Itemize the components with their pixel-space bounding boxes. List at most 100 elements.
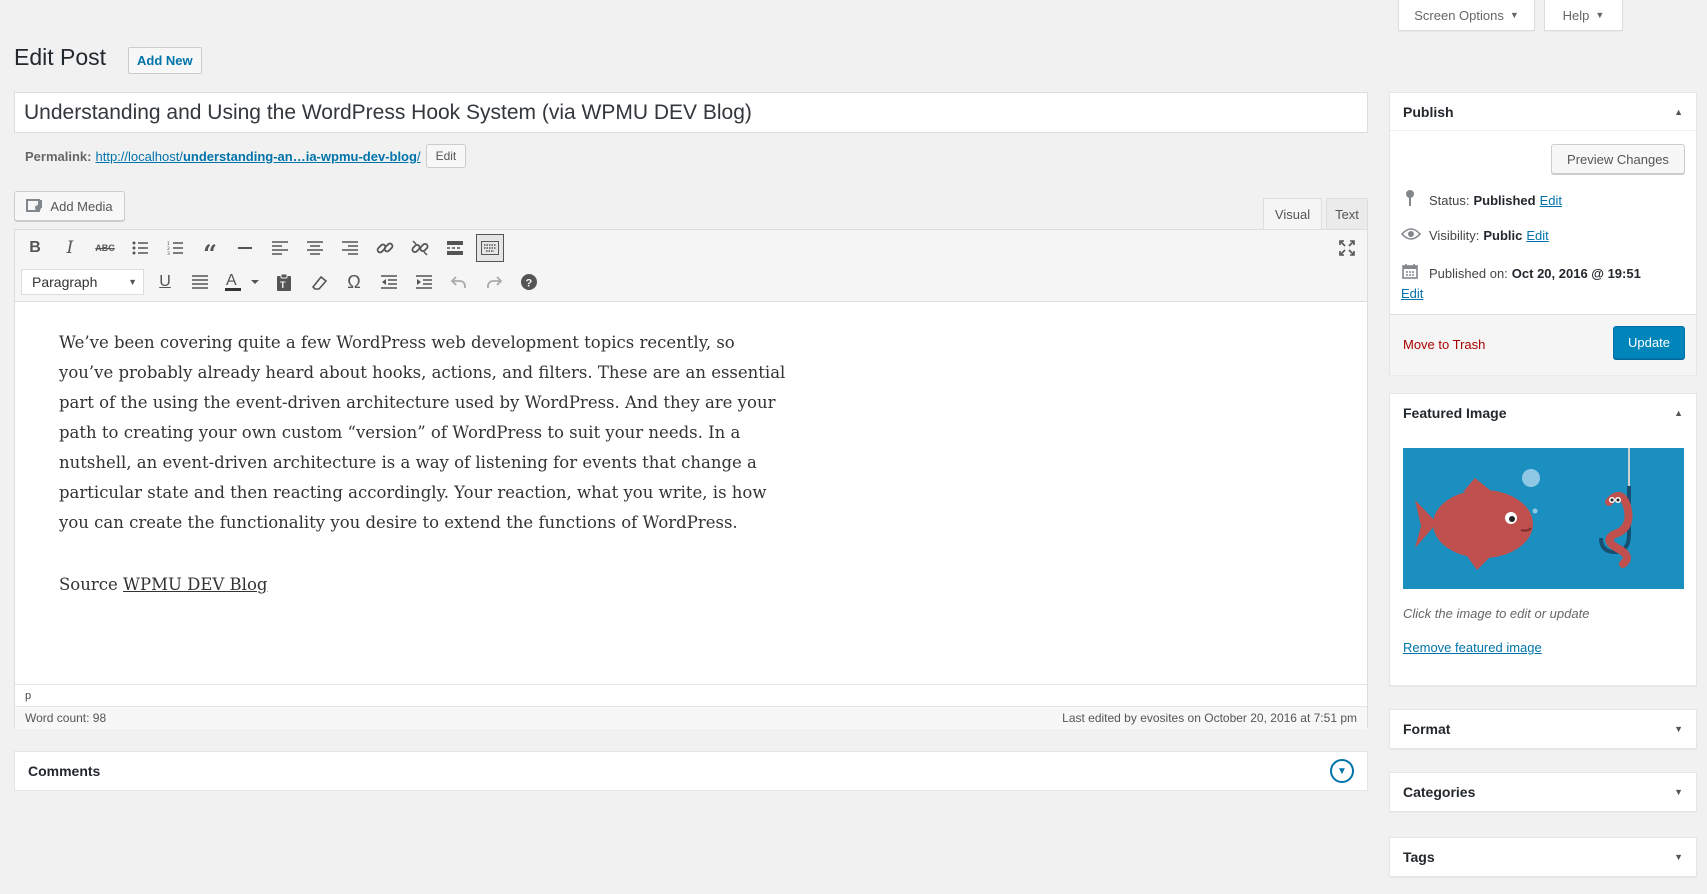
fish-hook-illustration bbox=[1403, 448, 1684, 589]
link-icon[interactable] bbox=[371, 234, 399, 262]
blockquote-icon[interactable]: “ bbox=[196, 234, 224, 268]
content-paragraph: We’ve been covering quite a few WordPres… bbox=[59, 333, 786, 532]
editor-toolbar: B I ABC 123 “ Paragraph ▼ U A T Ω ? bbox=[15, 230, 1367, 302]
categories-header[interactable]: Categories ▼ bbox=[1390, 773, 1696, 811]
publish-box: Publish ▲ Preview Changes Status: Publis… bbox=[1389, 92, 1697, 375]
post-editor: B I ABC 123 “ Paragraph ▼ U A T Ω ? We’v… bbox=[14, 229, 1368, 729]
bold-icon[interactable]: B bbox=[21, 234, 49, 262]
collapse-icon[interactable]: ▲ bbox=[1674, 408, 1683, 418]
add-media-button[interactable]: Add Media bbox=[14, 191, 125, 221]
element-path[interactable]: p bbox=[15, 684, 1367, 706]
clear-formatting-icon[interactable] bbox=[305, 268, 333, 296]
add-new-button[interactable]: Add New bbox=[128, 47, 202, 74]
format-title: Format bbox=[1403, 721, 1451, 737]
editor-status-bar: Word count: 98 Last edited by evosites o… bbox=[15, 706, 1367, 729]
read-more-icon[interactable] bbox=[441, 234, 469, 262]
svg-text:A: A bbox=[226, 272, 237, 289]
redo-icon[interactable] bbox=[480, 268, 508, 296]
paste-text-icon[interactable]: T bbox=[270, 268, 298, 296]
tab-text[interactable]: Text bbox=[1326, 198, 1368, 230]
align-right-icon[interactable] bbox=[336, 234, 364, 262]
tab-visual[interactable]: Visual bbox=[1263, 198, 1322, 230]
featured-image-box: Featured Image ▲ Click the image to edit… bbox=[1389, 393, 1697, 686]
published-value: Oct 20, 2016 @ 19:51 bbox=[1511, 265, 1641, 281]
update-button[interactable]: Update bbox=[1613, 326, 1685, 359]
italic-icon[interactable]: I bbox=[56, 234, 84, 262]
content-source-line: Source WPMU DEV Blog bbox=[59, 570, 789, 600]
expand-icon[interactable]: ▼ bbox=[1674, 724, 1683, 734]
last-edited: Last edited by evosites on October 20, 2… bbox=[1062, 711, 1357, 725]
permalink-label: Permalink: bbox=[25, 148, 92, 164]
text-color-icon[interactable]: A bbox=[221, 268, 263, 296]
permalink-row: Permalink: http://localhost/understandin… bbox=[25, 144, 467, 168]
expand-icon[interactable]: ▼ bbox=[1330, 759, 1354, 783]
post-title-input[interactable]: Understanding and Using the WordPress Ho… bbox=[14, 92, 1368, 133]
format-box[interactable]: Format ▼ bbox=[1389, 709, 1697, 749]
publish-title: Publish bbox=[1403, 103, 1454, 120]
tags-title: Tags bbox=[1403, 849, 1435, 865]
format-header[interactable]: Format ▼ bbox=[1390, 710, 1696, 748]
svg-text:?: ? bbox=[526, 278, 533, 290]
publish-header[interactable]: Publish ▲ bbox=[1390, 93, 1696, 131]
editor-content[interactable]: We’ve been covering quite a few WordPres… bbox=[59, 328, 789, 632]
permalink-trailing: / bbox=[416, 148, 421, 164]
featured-image-header[interactable]: Featured Image ▲ bbox=[1390, 394, 1696, 432]
categories-title: Categories bbox=[1403, 784, 1476, 800]
permalink-base: http://localhost/ bbox=[95, 148, 183, 164]
strikethrough-icon[interactable]: ABC bbox=[91, 234, 119, 262]
remove-featured-image-link[interactable]: Remove featured image bbox=[1403, 640, 1542, 655]
align-center-icon[interactable] bbox=[301, 234, 329, 262]
fullscreen-icon[interactable] bbox=[1333, 234, 1361, 262]
tags-header[interactable]: Tags ▼ bbox=[1390, 838, 1696, 876]
indent-icon[interactable] bbox=[410, 268, 438, 296]
tags-box[interactable]: Tags ▼ bbox=[1389, 837, 1697, 877]
featured-image[interactable] bbox=[1403, 448, 1684, 589]
source-label: Source bbox=[59, 575, 118, 594]
horizontal-line-icon[interactable] bbox=[231, 234, 259, 262]
status-edit-link[interactable]: Edit bbox=[1540, 193, 1562, 208]
help-icon[interactable]: ? bbox=[515, 268, 543, 296]
visibility-edit-link[interactable]: Edit bbox=[1526, 228, 1548, 243]
unlink-icon[interactable] bbox=[406, 234, 434, 262]
permalink-edit-button[interactable]: Edit bbox=[425, 144, 467, 168]
categories-box[interactable]: Categories ▼ bbox=[1389, 772, 1697, 812]
publish-actions: Move to Trash Update bbox=[1390, 314, 1696, 375]
bullet-list-icon[interactable] bbox=[126, 234, 154, 262]
justify-icon[interactable] bbox=[186, 268, 214, 296]
expand-icon[interactable]: ▼ bbox=[1674, 852, 1683, 862]
help-tab[interactable]: Help ▼ bbox=[1544, 0, 1623, 31]
featured-image-title: Featured Image bbox=[1403, 405, 1507, 421]
svg-text:T: T bbox=[280, 280, 286, 290]
visibility-label: Visibility: bbox=[1429, 228, 1480, 243]
status-value: Published bbox=[1473, 192, 1536, 208]
underline-icon[interactable]: U bbox=[151, 268, 179, 296]
comments-box[interactable]: Comments ▼ bbox=[14, 751, 1368, 791]
outdent-icon[interactable] bbox=[375, 268, 403, 296]
format-select[interactable]: Paragraph ▼ bbox=[21, 269, 144, 295]
media-icon bbox=[26, 199, 43, 212]
featured-image-caption: Click the image to edit or update bbox=[1403, 606, 1590, 621]
source-link[interactable]: WPMU DEV Blog bbox=[123, 575, 267, 594]
pin-icon bbox=[1401, 189, 1419, 211]
toolbar-toggle-icon[interactable] bbox=[476, 234, 504, 262]
svg-text:3: 3 bbox=[167, 251, 170, 255]
move-to-trash-link[interactable]: Move to Trash bbox=[1403, 337, 1485, 352]
screen-options-label: Screen Options bbox=[1414, 7, 1504, 23]
align-left-icon[interactable] bbox=[266, 234, 294, 262]
visibility-row: Visibility: Public Edit bbox=[1400, 227, 1549, 244]
expand-icon[interactable]: ▼ bbox=[1674, 787, 1683, 797]
format-select-value: Paragraph bbox=[32, 274, 98, 290]
permalink-link[interactable]: http://localhost/understanding-an…ia-wpm… bbox=[95, 149, 420, 164]
permalink-slug: understanding-an…ia-wpmu-dev-blog bbox=[182, 148, 417, 164]
numbered-list-icon[interactable]: 123 bbox=[161, 234, 189, 262]
word-count: Word count: 98 bbox=[25, 711, 107, 725]
collapse-icon[interactable]: ▲ bbox=[1674, 107, 1683, 117]
published-on-row: Published on: Oct 20, 2016 @ 19:51 bbox=[1401, 263, 1645, 283]
screen-options-tab[interactable]: Screen Options ▼ bbox=[1398, 0, 1535, 31]
undo-icon[interactable] bbox=[445, 268, 473, 296]
preview-changes-button[interactable]: Preview Changes bbox=[1551, 144, 1685, 174]
special-character-icon[interactable]: Ω bbox=[340, 268, 368, 296]
published-edit-link[interactable]: Edit bbox=[1401, 286, 1423, 301]
page-title: Edit Post bbox=[14, 44, 107, 70]
help-label: Help bbox=[1562, 7, 1590, 23]
